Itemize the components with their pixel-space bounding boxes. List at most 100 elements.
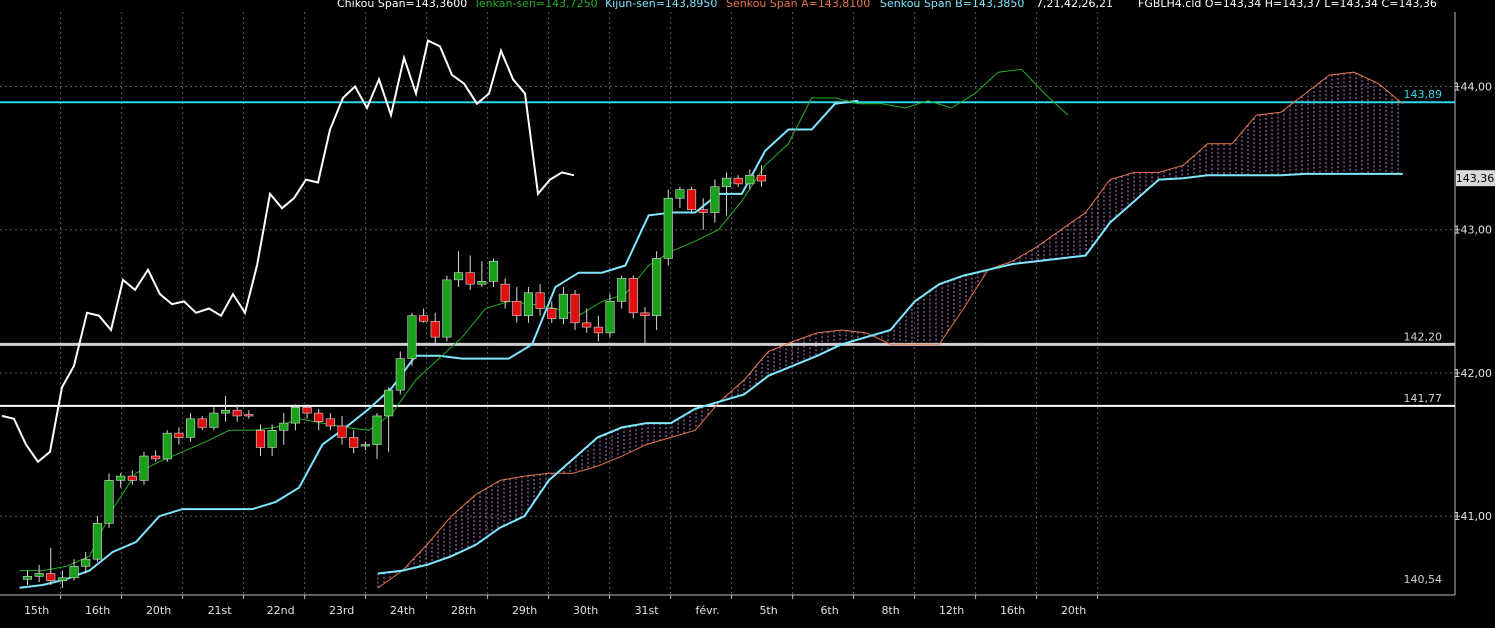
candle-bear bbox=[128, 476, 137, 480]
candle-bull bbox=[116, 476, 125, 480]
candle-bear bbox=[419, 316, 428, 322]
candle-bull bbox=[711, 187, 720, 213]
hline-label: 143,89 bbox=[1404, 88, 1443, 101]
candle-bull bbox=[606, 301, 615, 333]
candle-bear bbox=[326, 419, 335, 426]
x-tick-label: 20th bbox=[1061, 604, 1086, 617]
x-tick-label: 20th bbox=[146, 604, 171, 617]
candle-bull bbox=[23, 576, 32, 579]
header-tenkan: Tenkan-sen=143,7250 bbox=[473, 0, 598, 10]
candle-bull bbox=[58, 578, 66, 581]
candle-bull bbox=[524, 293, 533, 316]
candle-bull bbox=[652, 258, 661, 315]
x-tick-label: 24th bbox=[390, 604, 415, 617]
x-tick-label: 29th bbox=[512, 604, 537, 617]
candle-bull bbox=[35, 574, 44, 577]
x-tick-label: 21st bbox=[208, 604, 233, 617]
candle-bull bbox=[396, 359, 405, 391]
candle-bull bbox=[210, 413, 219, 427]
x-tick-label: 16th bbox=[85, 604, 110, 617]
x-tick-label: 30th bbox=[573, 604, 598, 617]
ichimoku-chart: 143,89 142,20 141,77 140,54 141,00 142,00 143… bbox=[0, 0, 1495, 624]
indicator-header: Chikou Span=143,3600 Tenkan-sen=143,7250… bbox=[337, 0, 1437, 10]
candle-bear bbox=[151, 456, 160, 459]
candle-bull bbox=[664, 198, 673, 258]
x-tick-label: 8th bbox=[881, 604, 899, 617]
candle-bull bbox=[617, 278, 626, 301]
candle-bull bbox=[81, 559, 90, 566]
candle-bull bbox=[93, 523, 102, 559]
candle-bull bbox=[291, 407, 300, 423]
candle-bull bbox=[186, 419, 195, 438]
candle-bear bbox=[629, 278, 638, 312]
candle-bear bbox=[699, 210, 708, 213]
header-senkou-a: Senkou Span A=143,8100 bbox=[726, 0, 870, 10]
hline-label: 141,77 bbox=[1404, 392, 1443, 405]
x-tick-label: févr. bbox=[696, 604, 720, 617]
candle-bull bbox=[478, 281, 487, 284]
candle-bear bbox=[734, 178, 743, 184]
x-tick-label: 23rd bbox=[329, 604, 354, 617]
candle-bear bbox=[582, 323, 591, 327]
candle-bear bbox=[757, 175, 766, 181]
y-tick-label: 143,00 bbox=[1454, 224, 1493, 237]
x-tick-label: 5th bbox=[759, 604, 777, 617]
candle-bear bbox=[431, 321, 440, 337]
header-kijun: Kijun-sen=143,8950 bbox=[605, 0, 717, 10]
candle-bear bbox=[687, 190, 696, 210]
candle-bear bbox=[256, 430, 265, 447]
x-tick-label: 12th bbox=[939, 604, 964, 617]
candle-bear bbox=[501, 284, 510, 301]
min-label: 140,54 bbox=[1404, 573, 1443, 586]
last-price-label: 143,36 bbox=[1456, 172, 1495, 185]
candle-bull bbox=[489, 261, 498, 281]
candle-bull bbox=[373, 416, 382, 445]
candle-bull bbox=[408, 316, 417, 359]
x-tick-label: 31st bbox=[635, 604, 660, 617]
x-tick-label: 16th bbox=[1000, 604, 1025, 617]
y-tick-label: 142,00 bbox=[1454, 367, 1493, 380]
candle-bear bbox=[47, 574, 56, 581]
candle-bull bbox=[676, 190, 685, 199]
hline-label: 142,20 bbox=[1404, 330, 1443, 343]
candle-bull bbox=[443, 280, 452, 337]
candle-bear bbox=[245, 415, 254, 417]
candle-bull bbox=[722, 178, 731, 187]
candle-bull bbox=[454, 273, 463, 280]
candle-bear bbox=[338, 426, 347, 437]
x-tick-label: 6th bbox=[820, 604, 838, 617]
chart-canvas: 143,89 142,20 141,77 140,54 141,00 142,00 143… bbox=[0, 0, 1495, 624]
header-chikou: Chikou Span=143,3600 bbox=[337, 0, 467, 10]
candle-bear bbox=[548, 309, 557, 319]
header-symbol-ohlc: FGBLH4.cld O=143,34 H=143,37 L=143,34 C=… bbox=[1138, 0, 1437, 10]
header-senkou-b: Senkou Span B=143,3850 bbox=[880, 0, 1024, 10]
header-params: 7,21,42,26,21 bbox=[1036, 0, 1113, 10]
candle-bear bbox=[349, 437, 358, 447]
candle-bear bbox=[466, 273, 475, 284]
candle-bull bbox=[221, 410, 230, 413]
candle-bear bbox=[641, 313, 650, 316]
x-tick-label: 22nd bbox=[267, 604, 295, 617]
x-tick-label: 15th bbox=[24, 604, 49, 617]
candle-bear bbox=[513, 301, 522, 315]
candle-bear bbox=[594, 327, 603, 333]
candle-bull bbox=[268, 430, 277, 447]
candle-bull bbox=[105, 480, 114, 523]
candle-bull bbox=[140, 456, 149, 480]
candle-bull bbox=[70, 566, 79, 577]
candle-bull bbox=[280, 423, 289, 430]
candle-bear bbox=[233, 410, 242, 416]
y-tick-label: 144,00 bbox=[1454, 80, 1493, 93]
candle-bear bbox=[536, 293, 545, 309]
candle-bull bbox=[384, 390, 393, 416]
candle-bull bbox=[361, 445, 370, 447]
candle-bull bbox=[746, 175, 755, 184]
candle-bear bbox=[198, 419, 207, 428]
candle-bear bbox=[175, 433, 184, 437]
candle-bear bbox=[314, 413, 323, 422]
candle-bull bbox=[163, 433, 172, 459]
x-tick-label: 28th bbox=[451, 604, 476, 617]
y-tick-label: 141,00 bbox=[1454, 510, 1493, 523]
candle-bear bbox=[571, 294, 580, 323]
candle-bull bbox=[559, 294, 568, 318]
